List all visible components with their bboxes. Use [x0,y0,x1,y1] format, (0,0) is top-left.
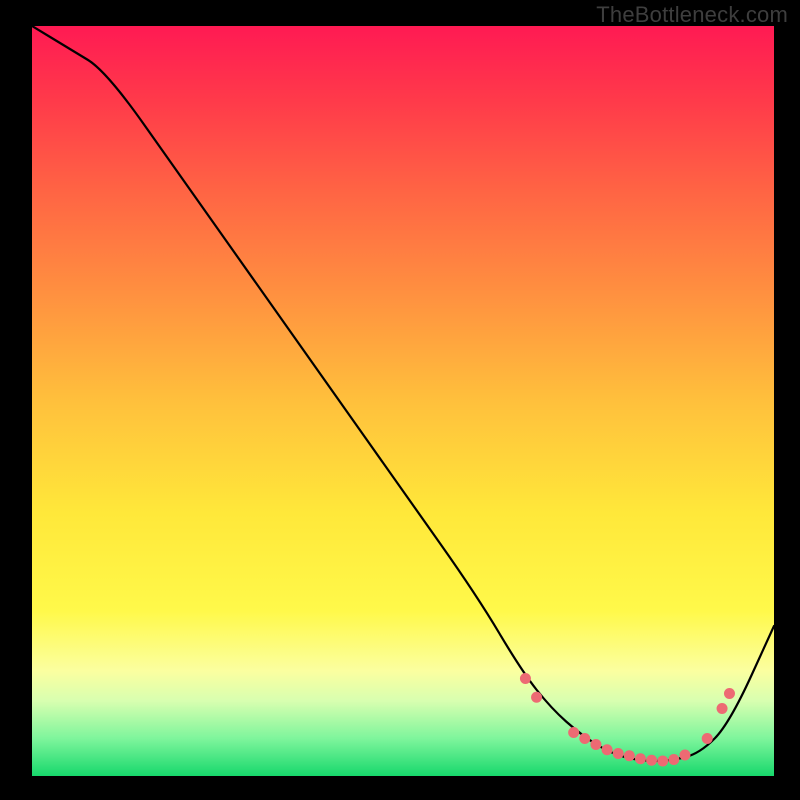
marker-point [531,692,542,703]
marker-point [717,703,728,714]
marker-point [613,748,624,759]
marker-point [624,750,635,761]
gradient-background [32,26,774,776]
marker-point [520,673,531,684]
bottleneck-plot [32,26,774,776]
chart-frame: TheBottleneck.com [0,0,800,800]
marker-point [724,688,735,699]
marker-point [590,739,601,750]
plot-svg [32,26,774,776]
marker-point [668,754,679,765]
marker-point [646,755,657,766]
marker-point [657,756,668,767]
marker-point [568,727,579,738]
marker-point [679,750,690,761]
marker-point [602,744,613,755]
marker-point [702,733,713,744]
watermark-text: TheBottleneck.com [596,2,788,28]
marker-point [635,753,646,764]
marker-point [579,733,590,744]
